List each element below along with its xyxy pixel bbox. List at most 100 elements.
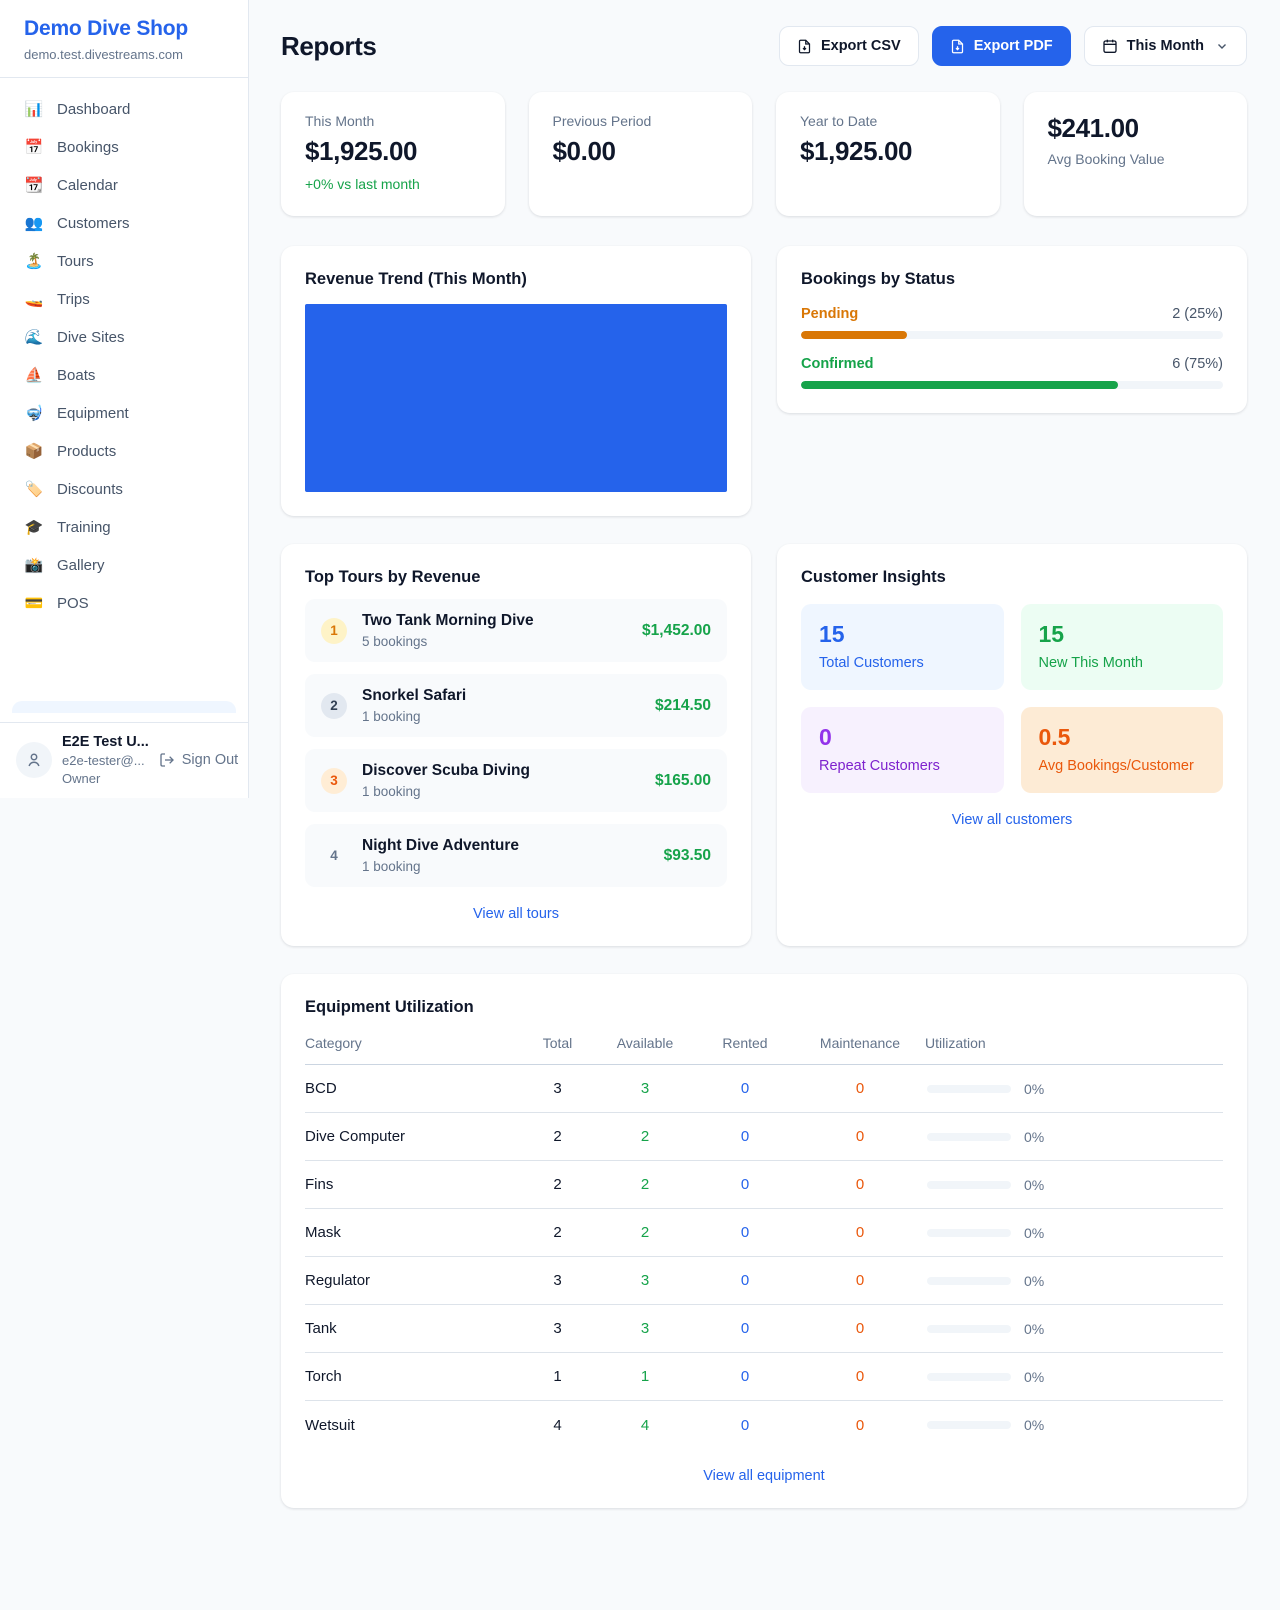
sidebar-item-label: Bookings <box>57 139 119 156</box>
export-pdf-label: Export PDF <box>974 38 1053 54</box>
discounts-icon: 🏷️ <box>24 480 44 498</box>
tour-row: 3Discover Scuba Diving1 booking$165.00 <box>305 749 727 812</box>
export-pdf-button[interactable]: Export PDF <box>932 26 1071 66</box>
table-body: BCD33000%Dive Computer22000%Fins22000%Ma… <box>305 1065 1223 1449</box>
stat-value: $241.00 <box>1048 113 1224 144</box>
utilization-percent: 0% <box>1024 1225 1044 1241</box>
status-head: Pending2 (25%) <box>801 306 1223 322</box>
view-all-equipment-link[interactable]: View all equipment <box>305 1468 1223 1484</box>
equipment-category: Mask <box>305 1224 520 1241</box>
sidebar-item-pos[interactable]: 💳POS <box>12 584 236 622</box>
sidebar-item-training[interactable]: 🎓 Training <box>12 508 236 546</box>
equipment-rented: 0 <box>695 1368 795 1385</box>
table-row: Fins22000% <box>305 1161 1223 1209</box>
bookings-by-status-title: Bookings by Status <box>801 270 1223 289</box>
equipment-total: 2 <box>520 1128 595 1145</box>
utilization-bar-track <box>927 1181 1011 1189</box>
equipment-available: 4 <box>595 1417 695 1434</box>
equipment-rented: 0 <box>695 1417 795 1434</box>
status-rows: Pending2 (25%) Confirmed6 (75%) <box>801 306 1223 389</box>
tour-name: Snorkel Safari <box>362 687 466 705</box>
view-all-tours-link[interactable]: View all tours <box>305 906 727 922</box>
sidebar-item-dashboard[interactable]: 📊Dashboard <box>12 90 236 128</box>
top-tours-card: Top Tours by Revenue 1Two Tank Morning D… <box>281 544 751 946</box>
rank-badge: 4 <box>321 843 347 869</box>
sidebar-item-calendar[interactable]: 📆Calendar <box>12 166 236 204</box>
utilization-bar-track <box>927 1133 1011 1141</box>
stat-value: $0.00 <box>553 136 729 167</box>
equipment-total: 3 <box>520 1320 595 1337</box>
equipment-icon: 🤿 <box>24 404 44 422</box>
status-head: Confirmed6 (75%) <box>801 356 1223 372</box>
tour-info: Two Tank Morning Dive5 bookings <box>362 612 534 649</box>
view-all-customers-link[interactable]: View all customers <box>801 812 1223 828</box>
insight-tile: 0Repeat Customers <box>801 707 1004 793</box>
file-download-icon <box>950 39 965 54</box>
customer-insights-card: Customer Insights 15Total Customers15New… <box>777 544 1247 946</box>
status-row-confirmed: Confirmed6 (75%) <box>801 356 1223 389</box>
column-header-maintenance: Maintenance <box>795 1035 925 1051</box>
calendar-icon <box>1102 38 1118 54</box>
table-row: Regulator33000% <box>305 1257 1223 1305</box>
insight-label: New This Month <box>1039 655 1206 671</box>
revenue-trend-title: Revenue Trend (This Month) <box>305 270 727 289</box>
equipment-available: 3 <box>595 1080 695 1097</box>
utilization-bar-track <box>927 1325 1011 1333</box>
sidebar-item-label: POS <box>57 595 89 612</box>
tour-row: 4Night Dive Adventure1 booking$93.50 <box>305 824 727 887</box>
stat-card-previous-period: Previous Period $0.00 <box>529 92 753 216</box>
main-content: Reports Export CSV Export PDF This Month <box>249 0 1280 1568</box>
insight-tiles: 15Total Customers15New This Month0Repeat… <box>801 604 1223 793</box>
sidebar-item-customers[interactable]: 👥Customers <box>12 204 236 242</box>
equipment-maintenance: 0 <box>795 1417 925 1434</box>
export-csv-button[interactable]: Export CSV <box>779 26 919 66</box>
equipment-utilization: 0% <box>925 1273 1223 1289</box>
status-progress-fill <box>801 331 907 339</box>
user-email: e2e-tester@... <box>62 753 149 768</box>
stat-label: Year to Date <box>800 113 976 129</box>
sidebar-item-gallery[interactable]: 📸Gallery <box>12 546 236 584</box>
equipment-available: 2 <box>595 1128 695 1145</box>
person-icon <box>25 751 43 769</box>
rank-badge: 3 <box>321 768 347 794</box>
equipment-rented: 0 <box>695 1272 795 1289</box>
equipment-maintenance: 0 <box>795 1080 925 1097</box>
sidebar-item-dive-sites[interactable]: 🌊Dive Sites <box>12 318 236 356</box>
sidebar-item-label: Training <box>57 519 111 536</box>
equipment-total: 3 <box>520 1272 595 1289</box>
column-header-available: Available <box>595 1035 695 1051</box>
equipment-total: 2 <box>520 1176 595 1193</box>
equipment-utilization: 0% <box>925 1321 1223 1337</box>
stat-delta: +0% vs last month <box>305 176 481 192</box>
equipment-rented: 0 <box>695 1128 795 1145</box>
sidebar-item-label: Trips <box>57 291 90 308</box>
sidebar-item-label: Boats <box>57 367 95 384</box>
equipment-total: 2 <box>520 1224 595 1241</box>
user-role: Owner <box>62 771 149 786</box>
calendar-icon: 📆 <box>24 176 44 194</box>
sidebar-item-reports-partial[interactable] <box>12 701 236 713</box>
sidebar-item-boats[interactable]: ⛵Boats <box>12 356 236 394</box>
sign-out-button[interactable]: Sign Out <box>159 752 238 768</box>
equipment-available: 2 <box>595 1176 695 1193</box>
sidebar-item-discounts[interactable]: 🏷️Discounts <box>12 470 236 508</box>
stat-card-avg-booking-value: $241.00 Avg Booking Value <box>1024 92 1248 216</box>
tour-name: Night Dive Adventure <box>362 837 519 855</box>
stat-label: Avg Booking Value <box>1048 151 1224 167</box>
stat-label: Previous Period <box>553 113 729 129</box>
stat-card-this-month: This Month $1,925.00 +0% vs last month <box>281 92 505 216</box>
utilization-percent: 0% <box>1024 1129 1044 1145</box>
tour-revenue: $214.50 <box>655 697 711 715</box>
table-row: Dive Computer22000% <box>305 1113 1223 1161</box>
sidebar-item-tours[interactable]: 🏝️Tours <box>12 242 236 280</box>
utilization-bar-track <box>927 1277 1011 1285</box>
equipment-rented: 0 <box>695 1176 795 1193</box>
training-icon: 🎓 <box>24 518 44 536</box>
table-row: Tank33000% <box>305 1305 1223 1353</box>
sidebar-item-bookings[interactable]: 📅Bookings <box>12 128 236 166</box>
products-icon: 📦 <box>24 442 44 460</box>
sidebar-item-equipment[interactable]: 🤿Equipment <box>12 394 236 432</box>
sidebar-item-trips[interactable]: 🚤Trips <box>12 280 236 318</box>
sidebar-item-products[interactable]: 📦Products <box>12 432 236 470</box>
period-select[interactable]: This Month <box>1084 26 1247 66</box>
